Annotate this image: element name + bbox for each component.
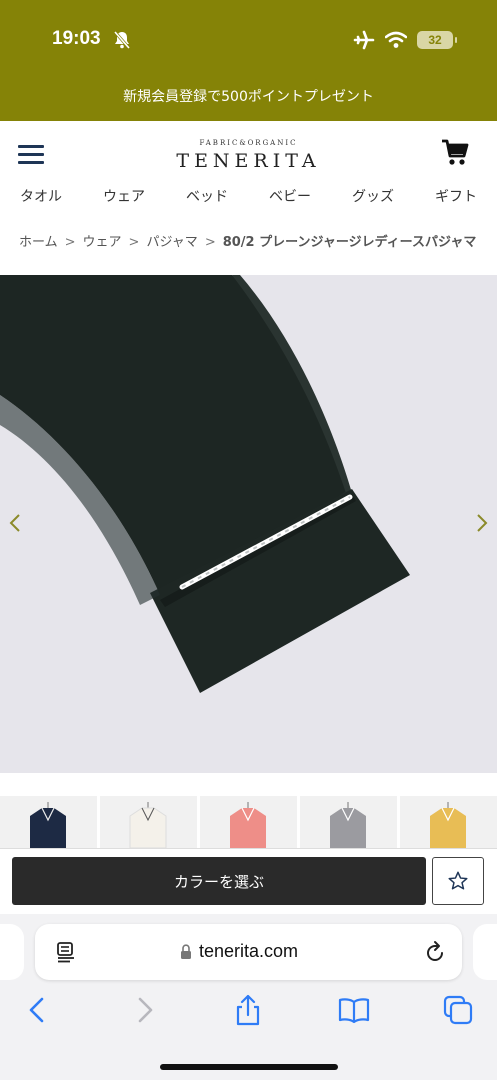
breadcrumb-wear[interactable]: ウェア xyxy=(83,235,122,250)
wifi-icon xyxy=(385,31,407,48)
bookmarks-icon[interactable] xyxy=(338,994,370,1026)
thumbnail-white[interactable] xyxy=(100,796,197,848)
pajama-sleeve-image xyxy=(0,275,497,773)
site-header: FABRIC&ORGANIC TENERITA xyxy=(0,121,497,181)
airplane-icon xyxy=(353,30,375,50)
status-and-promo-banner: 19:03 32 新規会員登録で500ポイントプレゼント xyxy=(0,0,497,121)
share-icon[interactable] xyxy=(232,994,264,1026)
pajama-thumbnail-image xyxy=(230,802,266,848)
gallery-prev-arrow-icon[interactable] xyxy=(8,513,22,533)
thumbnail-navy[interactable] xyxy=(0,796,97,848)
cart-icon[interactable] xyxy=(441,137,469,167)
thumbnail-gray[interactable] xyxy=(300,796,397,848)
forward-icon[interactable] xyxy=(128,994,160,1026)
browser-bottom-bar: tenerita.com xyxy=(0,914,497,1080)
pajama-thumbnail-image xyxy=(129,802,167,848)
breadcrumb-home[interactable]: ホーム xyxy=(19,235,58,250)
pajama-thumbnail-image xyxy=(430,802,466,848)
breadcrumb: ホーム > ウェア > パジャマ >80/2 プレーンジャージレディースパジャマ xyxy=(19,231,497,250)
thumbnail-strip xyxy=(0,796,497,848)
category-nav: タオル ウェア ベッド ベビー グッズ ギフト xyxy=(0,186,497,210)
pajama-thumbnail-image xyxy=(30,802,66,848)
logo-tagline: FABRIC&ORGANIC xyxy=(199,139,298,147)
previous-tab-peek[interactable] xyxy=(0,924,24,980)
promo-banner-text[interactable]: 新規会員登録で500ポイントプレゼント xyxy=(0,86,497,106)
star-icon xyxy=(448,871,468,890)
browser-toolbar xyxy=(0,994,497,1030)
gallery-next-arrow-icon[interactable] xyxy=(475,513,489,533)
thumbnail-yellow[interactable] xyxy=(400,796,497,848)
category-bed[interactable]: ベッド xyxy=(186,186,228,210)
status-time: 19:03 xyxy=(52,28,101,49)
battery-indicator: 32 xyxy=(417,31,457,49)
breadcrumb-separator: > xyxy=(128,235,140,250)
url-text: tenerita.com xyxy=(198,941,299,961)
battery-level: 32 xyxy=(428,33,442,47)
thumbnail-pink[interactable] xyxy=(200,796,297,848)
pajama-thumbnail-image xyxy=(330,802,366,848)
choose-color-button[interactable]: カラーを選ぶ xyxy=(12,857,426,905)
site-logo[interactable]: TENERITA xyxy=(0,150,497,172)
product-main-image[interactable] xyxy=(0,275,497,773)
category-baby[interactable]: ベビー xyxy=(269,186,311,210)
breadcrumb-separator: > xyxy=(204,235,216,250)
favorite-button[interactable] xyxy=(432,857,484,905)
category-wear[interactable]: ウェア xyxy=(103,186,145,210)
category-gift[interactable]: ギフト xyxy=(435,186,477,210)
home-indicator[interactable] xyxy=(160,1064,338,1070)
breadcrumb-separator: > xyxy=(64,235,76,250)
address-bar[interactable]: tenerita.com xyxy=(35,924,462,980)
tabs-icon[interactable] xyxy=(442,994,474,1026)
breadcrumb-current: 80/2 プレーンジャージレディースパジャマ xyxy=(222,235,477,250)
category-towel[interactable]: タオル xyxy=(20,186,62,210)
reload-icon[interactable] xyxy=(424,940,446,964)
breadcrumb-pajama[interactable]: パジャマ xyxy=(146,235,197,250)
next-tab-peek[interactable] xyxy=(473,924,497,980)
back-icon[interactable] xyxy=(22,994,54,1026)
silent-bell-icon xyxy=(113,31,131,49)
category-goods[interactable]: グッズ xyxy=(352,186,394,210)
product-action-bar: カラーを選ぶ xyxy=(0,848,497,914)
